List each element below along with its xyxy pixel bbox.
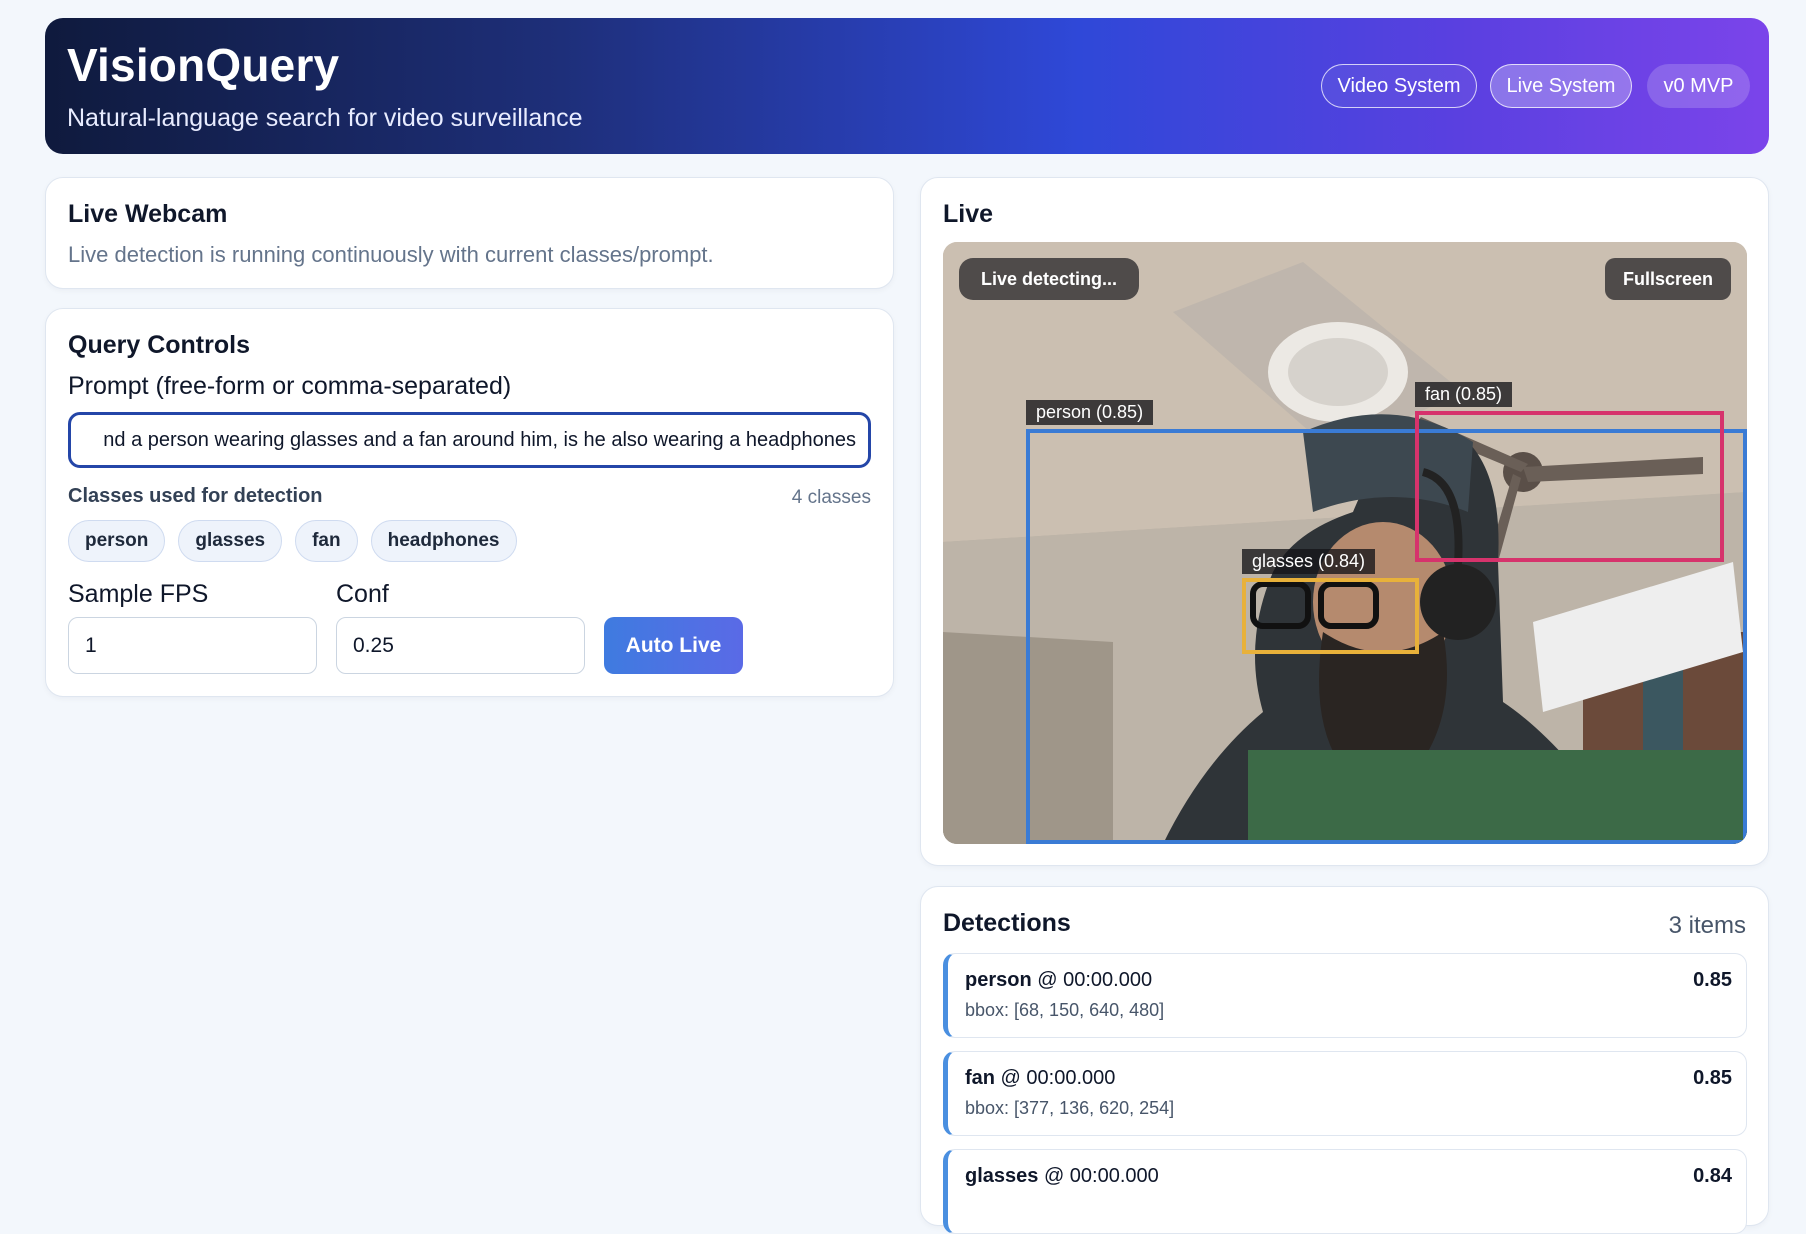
classes-count: 4 classes — [791, 487, 871, 508]
detection-item[interactable]: person @ 00:00.000 bbox: [68, 150, 640, … — [943, 953, 1747, 1038]
auto-live-button[interactable]: Auto Live — [604, 617, 743, 674]
detection-class: glasses — [965, 1165, 1039, 1187]
bbox-glasses — [1242, 578, 1419, 654]
nav-live-system[interactable]: Live System — [1490, 64, 1632, 108]
detections-title: Detections — [943, 909, 1071, 937]
app-title: VisionQuery — [67, 39, 340, 91]
detection-class: fan — [965, 1067, 995, 1089]
bbox-label-person: person (0.85) — [1026, 400, 1154, 425]
conf-label: Conf — [336, 580, 389, 608]
bbox-label-fan: fan (0.85) — [1415, 382, 1513, 407]
app-subtitle: Natural-language search for video survei… — [67, 104, 583, 132]
bbox-label-glasses: glasses (0.84) — [1242, 549, 1376, 574]
live-title: Live — [943, 200, 994, 228]
prompt-input[interactable]: nd a person wearing glasses and a fan ar… — [68, 412, 871, 468]
prompt-label: Prompt (free-form or comma-separated) — [68, 372, 512, 400]
class-chips: person glasses fan headphones — [68, 520, 517, 562]
detection-time: @ 00:00.000 — [995, 1067, 1116, 1089]
bbox-fan — [1415, 411, 1724, 562]
detection-name: person @ 00:00.000 — [965, 969, 1152, 992]
query-controls-title: Query Controls — [68, 331, 250, 359]
detection-bbox: bbox: [377, 136, 620, 254] — [965, 1098, 1175, 1118]
app-header: VisionQuery Natural-language search for … — [45, 18, 1769, 154]
class-chip-headphones[interactable]: headphones — [370, 520, 517, 562]
fps-input[interactable]: 1 — [68, 617, 317, 674]
detection-item[interactable]: fan @ 00:00.000 bbox: [377, 136, 620, 25… — [943, 1051, 1747, 1136]
detection-score: 0.85 — [1693, 1067, 1732, 1089]
fps-label: Sample FPS — [68, 580, 209, 608]
detections-count: 3 items — [1668, 912, 1746, 939]
detection-bbox: bbox: [68, 150, 640, 480] — [965, 1000, 1165, 1020]
conf-input[interactable]: 0.25 — [336, 617, 585, 674]
detection-time: @ 00:00.000 — [1038, 1165, 1159, 1187]
detection-score: 0.85 — [1693, 969, 1732, 991]
live-video-feed[interactable]: Live detecting... Fullscreen person (0.8… — [943, 242, 1747, 844]
class-chip-fan[interactable]: fan — [295, 520, 358, 562]
nav-video-system[interactable]: Video System — [1321, 64, 1477, 108]
detection-time: @ 00:00.000 — [1031, 969, 1153, 991]
webcam-description: Live detection is running continuously w… — [68, 242, 714, 267]
detection-score: 0.84 — [1693, 1165, 1732, 1187]
prompt-input-value: nd a person wearing glasses and a fan ar… — [103, 428, 856, 451]
detection-class: person — [965, 969, 1032, 991]
class-chip-person[interactable]: person — [68, 520, 166, 562]
live-status-badge: Live detecting... — [959, 258, 1139, 300]
version-badge: v0 MVP — [1647, 64, 1750, 108]
webcam-title: Live Webcam — [68, 200, 228, 228]
detection-item[interactable]: glasses @ 00:00.000 0.84 — [943, 1149, 1747, 1234]
classes-label: Classes used for detection — [68, 485, 323, 507]
detection-name: fan @ 00:00.000 — [965, 1067, 1115, 1090]
live-card: Live Live detecting... Fullscreen person… — [920, 177, 1769, 866]
webcam-card: Live Webcam Live detection is running co… — [45, 177, 894, 289]
fullscreen-button[interactable]: Fullscreen — [1605, 258, 1731, 300]
class-chip-glasses[interactable]: glasses — [178, 520, 283, 562]
query-controls-card: Query Controls Prompt (free-form or comm… — [45, 308, 894, 697]
detection-name: glasses @ 00:00.000 — [965, 1165, 1159, 1188]
detections-card: Detections 3 items person @ 00:00.000 bb… — [920, 886, 1769, 1234]
